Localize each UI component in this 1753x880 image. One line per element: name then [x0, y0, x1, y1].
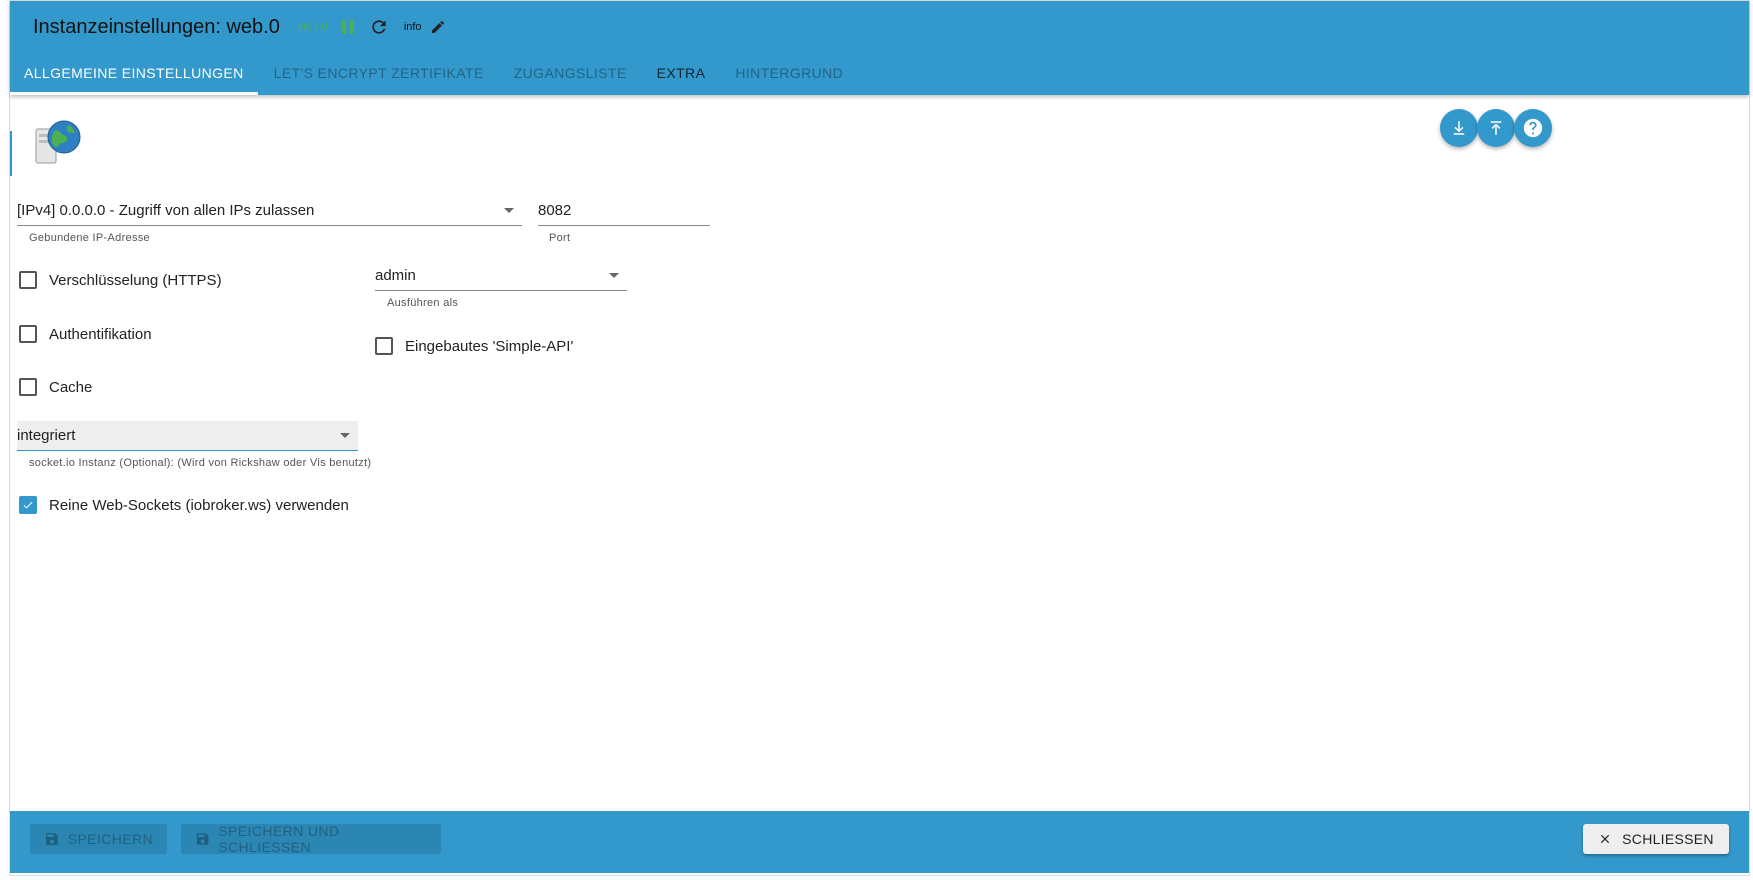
checkbox-unchecked-icon: [375, 337, 393, 355]
title-row: Instanzeinstellungen: web.0 v6.1.0 info: [33, 13, 447, 41]
checkbox-checked-icon: [19, 496, 37, 514]
info-label[interactable]: info: [404, 21, 422, 33]
save-label: SPEICHERN: [67, 831, 153, 847]
port-value: 8082: [538, 201, 572, 219]
close-icon: [1601, 834, 1610, 844]
save-and-close-label: SPEICHERN UND SCHLIESSEN: [218, 823, 340, 855]
chevron-down-icon: [504, 207, 514, 213]
checkbox-unchecked-icon: [19, 325, 37, 343]
socketio-helper: socket.io Instanz (Optional): (Wird von …: [29, 457, 372, 469]
save-icon: [196, 833, 209, 845]
https-label: Verschlüsselung (HTTPS): [49, 271, 222, 289]
port-input[interactable]: 8082: [538, 195, 710, 226]
tab-access-list[interactable]: ZUGANGSLISTE: [500, 51, 641, 95]
save-and-close-button[interactable]: SPEICHERN UND SCHLIESSEN: [181, 823, 441, 855]
upload-icon: [1490, 121, 1502, 135]
tab-letsencrypt[interactable]: LET'S ENCRYPT ZERTIFIKATE: [260, 51, 498, 95]
refresh-icon[interactable]: [368, 16, 390, 38]
tab-general[interactable]: ALLGEMEINE EINSTELLUNGEN: [10, 51, 258, 95]
simple-api-checkbox[interactable]: Eingebautes 'Simple-API': [375, 337, 573, 355]
page-title: Instanzeinstellungen: web.0: [33, 15, 280, 38]
edit-icon[interactable]: [429, 18, 447, 36]
upload-button[interactable]: [1477, 109, 1515, 147]
port-helper: Port: [549, 232, 571, 244]
help-icon: [1523, 118, 1543, 138]
download-icon: [1453, 121, 1465, 135]
edge-marker: [10, 131, 12, 176]
simple-api-label: Eingebautes 'Simple-API': [405, 337, 574, 355]
run-as-value: admin: [375, 267, 416, 284]
checkbox-unchecked-icon: [19, 378, 37, 396]
auth-checkbox[interactable]: Authentifikation: [19, 325, 152, 343]
socketio-select[interactable]: integriert: [17, 421, 358, 451]
https-checkbox[interactable]: Verschlüsselung (HTTPS): [19, 271, 222, 289]
pause-icon[interactable]: [341, 19, 354, 35]
cache-checkbox[interactable]: Cache: [19, 378, 92, 396]
chevron-down-icon: [340, 433, 350, 438]
header-bar: Instanzeinstellungen: web.0 v6.1.0 info …: [10, 1, 1749, 95]
tab-bar: ALLGEMEINE EINSTELLUNGEN LET'S ENCRYPT Z…: [10, 51, 859, 95]
close-label: SCHLIESSEN: [1622, 831, 1714, 847]
run-as-helper: Ausführen als: [387, 297, 459, 309]
bind-ip-select[interactable]: [IPv4] 0.0.0.0 - Zugriff von allen IPs z…: [17, 195, 522, 226]
save-button[interactable]: SPEICHERN: [30, 824, 167, 854]
help-button[interactable]: [1514, 109, 1552, 147]
pure-ws-label: Reine Web-Sockets (iobroker.ws) verwende…: [49, 496, 349, 514]
cache-label: Cache: [49, 378, 93, 396]
version-badge: v6.1.0: [297, 21, 328, 33]
bind-ip-helper: Gebundene IP-Adresse: [29, 232, 150, 244]
tab-background[interactable]: HINTERGRUND: [721, 51, 857, 95]
footer-bar: SPEICHERN SPEICHERN UND SCHLIESSEN SCHLI…: [10, 811, 1749, 873]
close-button[interactable]: SCHLIESSEN: [1583, 824, 1729, 854]
checkbox-unchecked-icon: [19, 271, 37, 289]
download-button[interactable]: [1440, 109, 1478, 147]
auth-label: Authentifikation: [49, 325, 152, 343]
adapter-logo: [28, 115, 86, 173]
bind-ip-value: [IPv4] 0.0.0.0 - Zugriff von allen IPs z…: [17, 201, 315, 219]
chevron-down-icon: [609, 273, 619, 278]
tab-extra[interactable]: EXTRA: [643, 51, 720, 95]
run-as-select[interactable]: admin: [375, 261, 627, 291]
socketio-value: integriert: [17, 427, 76, 444]
save-icon: [45, 833, 58, 845]
settings-dialog: Instanzeinstellungen: web.0 v6.1.0 info …: [9, 0, 1750, 876]
pure-ws-checkbox[interactable]: Reine Web-Sockets (iobroker.ws) verwende…: [19, 496, 349, 514]
